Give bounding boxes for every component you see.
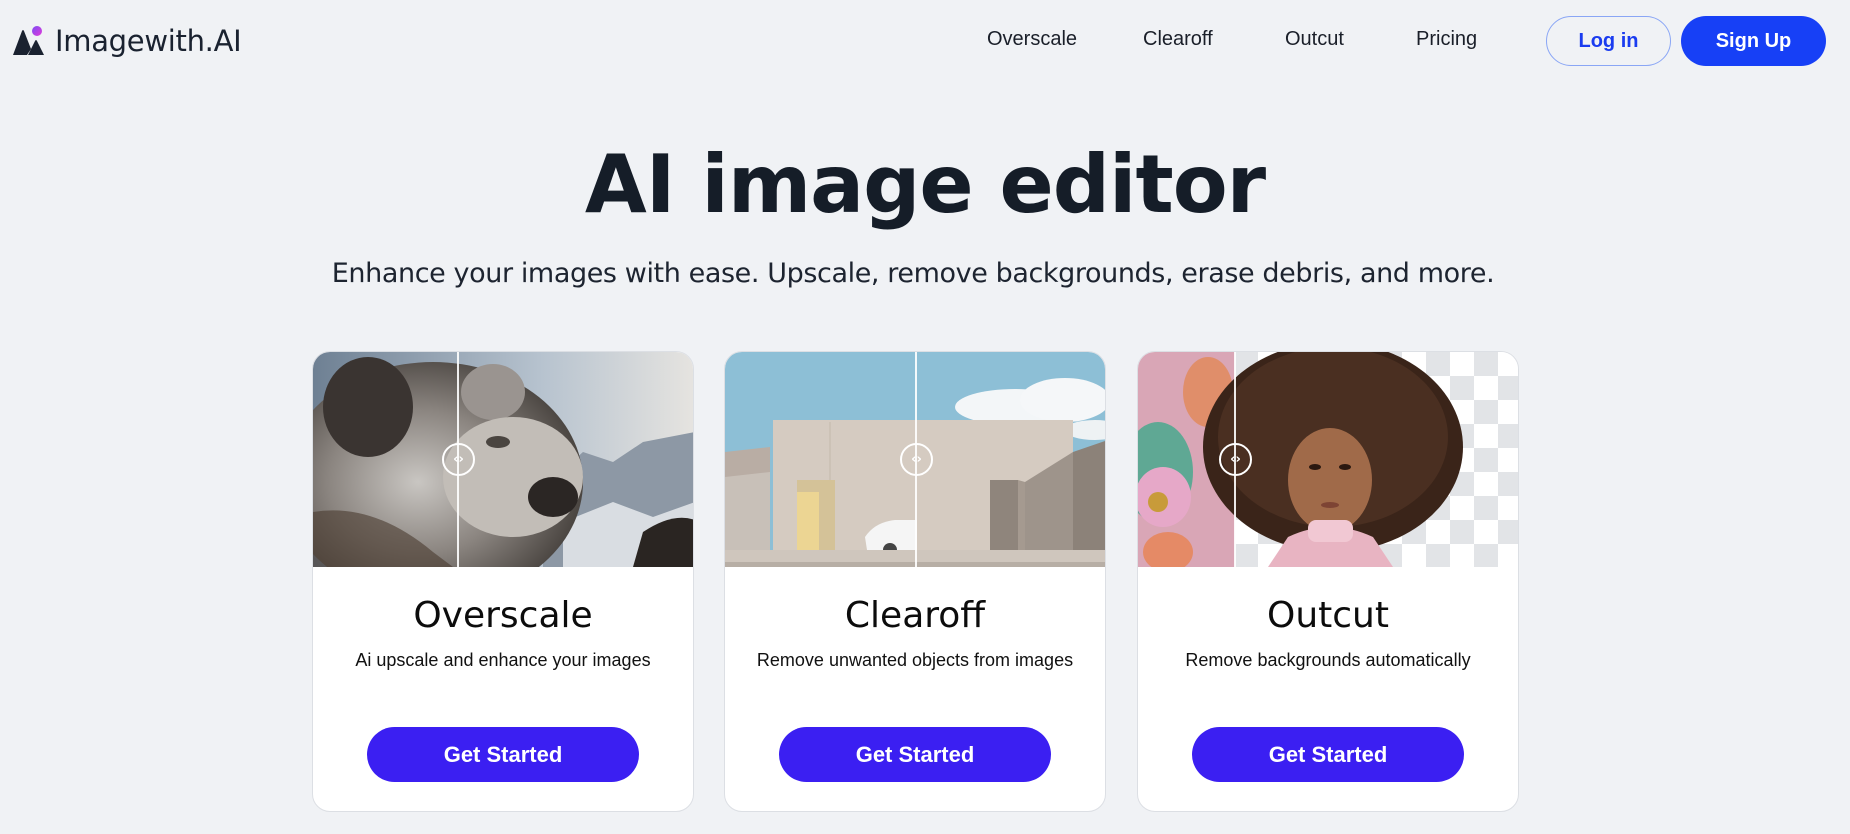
hero-title: AI image editor bbox=[584, 138, 1266, 231]
card-description: Ai upscale and enhance your images bbox=[355, 650, 651, 670]
snow-leopard-image bbox=[313, 352, 693, 567]
nav-link-outcut[interactable]: Outcut bbox=[1285, 28, 1344, 51]
portrait-image bbox=[1138, 352, 1518, 567]
signup-button[interactable]: Sign Up bbox=[1681, 16, 1826, 66]
chevron-left-right-icon[interactable]: ‹› bbox=[442, 443, 475, 476]
card-description: Remove backgrounds automatically bbox=[1185, 650, 1471, 670]
clearoff-comparison-image: ‹› bbox=[725, 352, 1105, 567]
hero-subtitle: Enhance your images with ease. Upscale, … bbox=[331, 258, 1495, 289]
brand-name: Imagewith.AI bbox=[55, 24, 242, 58]
chevron-left-right-icon[interactable]: ‹› bbox=[900, 443, 933, 476]
card-title: Clearoff bbox=[844, 595, 986, 636]
get-started-overscale-button[interactable]: Get Started bbox=[367, 727, 639, 782]
brand-logo-link[interactable]: Imagewith.AI bbox=[11, 24, 242, 58]
get-started-clearoff-button[interactable]: Get Started bbox=[779, 727, 1051, 782]
nav-link-clearoff[interactable]: Clearoff bbox=[1143, 28, 1213, 51]
outcut-comparison-image: ‹› bbox=[1138, 352, 1518, 567]
card-title: Overscale bbox=[413, 595, 593, 636]
nav-link-overscale[interactable]: Overscale bbox=[987, 28, 1077, 51]
get-started-outcut-button[interactable]: Get Started bbox=[1192, 727, 1464, 782]
mountain-dot-logo-icon bbox=[11, 25, 47, 57]
feature-card-outcut: ‹› Outcut Remove backgrounds automatical… bbox=[1137, 351, 1519, 812]
chevron-left-right-icon[interactable]: ‹› bbox=[1219, 443, 1252, 476]
feature-card-overscale: ‹› Overscale Ai upscale and enhance your… bbox=[312, 351, 694, 812]
feature-card-clearoff: ‹› Clearoff Remove unwanted objects from… bbox=[724, 351, 1106, 812]
login-button[interactable]: Log in bbox=[1546, 16, 1671, 66]
nav-link-pricing[interactable]: Pricing bbox=[1416, 28, 1477, 51]
card-description: Remove unwanted objects from images bbox=[756, 650, 1074, 670]
overscale-comparison-image: ‹› bbox=[313, 352, 693, 567]
card-title: Outcut bbox=[1267, 595, 1389, 636]
site-header: Imagewith.AI Overscale Clearoff Outcut P… bbox=[0, 0, 1850, 82]
